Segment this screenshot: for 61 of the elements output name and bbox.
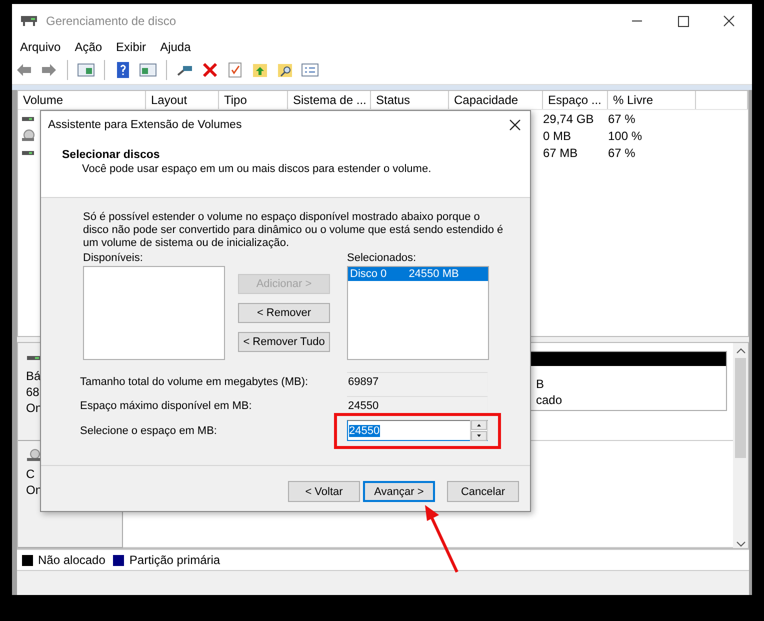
forward-arrow-icon[interactable] [40, 61, 58, 79]
move-button[interactable]: < Remover [238, 303, 330, 323]
column-header[interactable]: % Livre [608, 91, 696, 109]
panel-icon[interactable] [77, 61, 95, 79]
list-label: Selecionados: [347, 252, 416, 264]
legend-label: Partição primária [129, 553, 220, 567]
menu-item[interactable]: Exibir [116, 40, 146, 54]
info-text: Só é possível estender o volume no espaço disponível mostrado abaixo porque o disco não pode ser convertido para dinâmico ou o volume que está sendo estendido é um volume de sistema ou de inicialização. [83, 211, 504, 250]
disk-info: C [26, 466, 35, 482]
disk-info: 68 [26, 384, 40, 400]
column-header[interactable]: Volume [18, 91, 146, 109]
wizard-button[interactable]: < Voltar [288, 481, 360, 502]
field-label: Espaço máximo disponível em MB: [80, 400, 253, 412]
spin-up-icon[interactable] [471, 420, 487, 430]
step-heading: Selecionar discos [62, 149, 161, 161]
menu-item[interactable]: Arquivo [20, 40, 61, 54]
disc-drive-icon [21, 128, 35, 142]
spin-down-icon[interactable] [471, 431, 487, 441]
close-icon[interactable] [508, 118, 522, 132]
list-icon[interactable] [301, 61, 319, 79]
folder-up-icon[interactable] [251, 61, 269, 79]
table-cell-text: 67 MB [543, 146, 579, 160]
wizard-button[interactable]: Cancelar [447, 481, 519, 502]
move-button[interactable]: < Remover Tudo [238, 332, 330, 352]
readonly-field: 24550 [347, 396, 488, 416]
list-item[interactable]: Disco 0 24550 MB [348, 267, 488, 281]
scroll-down-icon[interactable] [736, 540, 746, 548]
table-cell-text: 29,74 GB [543, 112, 595, 126]
folder-search-icon[interactable] [276, 61, 294, 79]
disk-info: Bá [26, 368, 41, 384]
scroll-up-icon[interactable] [736, 347, 746, 355]
window-title: Gerenciamento de disco [46, 14, 176, 28]
checked-page-icon[interactable] [226, 61, 244, 79]
column-header[interactable]: Capacidade [449, 91, 543, 109]
column-header[interactable]: Layout [146, 91, 219, 109]
dialog-title: Assistente para Extensão de Volumes [48, 119, 242, 131]
table-cell-text: 0 MB [543, 128, 572, 142]
annotation-arrow [425, 505, 458, 573]
list-label: Disponíveis: [83, 252, 144, 264]
wizard-button[interactable]: Avançar > [363, 481, 435, 502]
partition-info: B [536, 376, 544, 392]
help-icon[interactable] [114, 61, 132, 79]
delete-icon[interactable] [201, 61, 219, 79]
column-header[interactable]: Status [371, 91, 449, 109]
field-label: Selecione o espaço em MB: [80, 424, 218, 436]
legend-label: Não alocado [38, 553, 106, 567]
table-cell-text: 100 % [608, 128, 644, 142]
menu-item[interactable]: Ação [74, 40, 102, 54]
table-cell-text: 67 % [608, 146, 636, 160]
menu-item[interactable]: Ajuda [160, 40, 191, 54]
disk-drive-icon [20, 14, 38, 28]
column-header[interactable]: Tipo [219, 91, 288, 109]
table-cell-text: 67 % [608, 112, 636, 126]
field-label: Tamanho total do volume em megabytes (MB): [80, 376, 310, 388]
column-header[interactable]: Espaço ... [543, 91, 608, 109]
step-description: Você pode usar espaço em um ou mais discos para estender o volume. [82, 163, 432, 175]
column-header[interactable]: Sistema de ... [288, 91, 371, 109]
partition-info: cado [536, 392, 562, 408]
readonly-field: 69897 [347, 372, 488, 392]
scrollbar[interactable] [733, 343, 748, 548]
panel-icon[interactable] [139, 61, 157, 79]
